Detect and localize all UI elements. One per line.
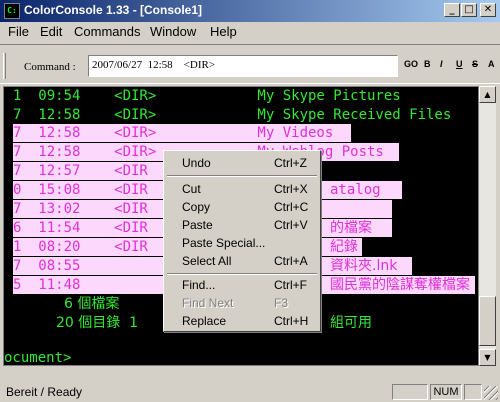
console-line: 1 08:20 <DIR: [13, 239, 148, 255]
command-toolbar: Command : 2007/06/27 12:58 <DIR> GO B I …: [0, 44, 500, 84]
menu-item-shortcut: Ctrl+Z: [274, 156, 307, 170]
menu-item-label: Paste Special...: [182, 236, 266, 250]
menu-separator: [167, 273, 317, 275]
menu-item-undo[interactable]: Undo Ctrl+Z: [182, 155, 318, 172]
toolbar-grip[interactable]: [3, 53, 6, 79]
menu-item-shortcut: Ctrl+X: [274, 182, 308, 196]
menu-item-shortcut: Ctrl+F: [274, 278, 307, 292]
menu-item-shortcut: Ctrl+C: [274, 200, 309, 214]
menu-bar: File Edit Commands Window Help: [0, 22, 500, 42]
go-button[interactable]: GO: [404, 59, 418, 69]
menu-item-cut[interactable]: Cut Ctrl+X: [182, 181, 318, 198]
console-line-fragment: 國民黨的陰謀奪權檔案: [330, 277, 470, 293]
console-line: 7 12:57 <DIR: [13, 163, 148, 179]
num-lock-indicator: NUM: [430, 384, 462, 400]
maximize-button[interactable]: □: [461, 3, 477, 17]
close-button[interactable]: ✕: [480, 3, 496, 17]
selection-band: [322, 200, 392, 218]
menu-item-copy[interactable]: Copy Ctrl+C: [182, 199, 318, 216]
resize-grip-icon[interactable]: [484, 386, 498, 400]
title-bar: C: ColorConsole 1.33 - [Console1] _ □ ✕: [0, 0, 500, 22]
edit-context-menu: Undo Ctrl+Z Cut Ctrl+X Copy Ctrl+C Paste…: [163, 150, 321, 332]
menu-item-label: Find...: [182, 278, 216, 292]
menu-item-replace[interactable]: Replace Ctrl+H: [182, 313, 318, 330]
menu-window[interactable]: Window: [150, 24, 196, 39]
menu-item-paste-special[interactable]: Paste Special...: [182, 235, 318, 252]
console-line: 7 13:02 <DIR: [13, 201, 148, 217]
menu-item-label: Replace: [182, 314, 227, 328]
menu-commands[interactable]: Commands: [74, 24, 140, 39]
menu-item-label: Cut: [182, 182, 201, 196]
console-line: 7 12:58 <DIR> My Skype Received Files: [13, 107, 452, 123]
underline-button[interactable]: U: [456, 59, 463, 69]
console-line-fragment: atalog: [330, 182, 381, 198]
console-line: 5 11:48: [13, 277, 81, 293]
menu-help[interactable]: Help: [210, 24, 237, 39]
file-count: 6 個檔案: [64, 296, 120, 312]
menu-item-label: Copy: [182, 200, 211, 214]
dir-count: 20 個目錄 1: [56, 315, 139, 331]
status-panel-empty: [392, 384, 428, 400]
console-line: 0 15:08 <DIR: [13, 182, 148, 198]
console-line: 7 12:58 <DIR> My Videos: [13, 125, 334, 141]
menu-item-label: Undo: [182, 156, 211, 170]
scroll-up-icon[interactable]: ▲: [479, 86, 496, 103]
bold-button[interactable]: B: [424, 59, 431, 69]
console-line: 7 08:55: [13, 258, 81, 274]
menu-item-find[interactable]: Find... Ctrl+F: [182, 277, 318, 294]
command-input[interactable]: 2007/06/27 12:58 <DIR>: [88, 55, 398, 77]
scroll-thumb[interactable]: [479, 296, 496, 346]
menu-item-shortcut: Ctrl+V: [274, 218, 308, 232]
menu-item-label: Find Next: [182, 296, 234, 310]
status-bar: Bereit / Ready NUM: [0, 382, 500, 402]
console-line: 6 11:54 <DIR: [13, 220, 148, 236]
menu-item-select-all[interactable]: Select All Ctrl+A: [182, 253, 318, 270]
menu-item-shortcut: Ctrl+A: [274, 254, 308, 268]
window-title: ColorConsole 1.33 - [Console1]: [24, 3, 203, 17]
command-label: Command :: [24, 61, 76, 73]
menu-item-shortcut: F3: [274, 296, 289, 310]
console-line-fragment: 的檔案: [330, 220, 372, 236]
menu-edit[interactable]: Edit: [40, 24, 62, 39]
console-line: 1 09:54 <DIR> My Skype Pictures: [13, 88, 401, 104]
italic-button[interactable]: I: [440, 59, 443, 69]
menu-item-label: Select All: [182, 254, 232, 268]
console-app-icon[interactable]: C:: [4, 3, 20, 19]
menu-file[interactable]: File: [8, 24, 29, 39]
minimize-button[interactable]: _: [444, 3, 460, 17]
menu-separator: [167, 175, 317, 177]
vertical-scrollbar[interactable]: ▲ ▼: [479, 86, 496, 366]
status-text: Bereit / Ready: [6, 385, 83, 399]
free-space: 組可用: [330, 315, 372, 331]
menu-item-shortcut: Ctrl+H: [274, 314, 309, 328]
scroll-down-icon[interactable]: ▼: [479, 349, 496, 366]
command-prompt[interactable]: ocument>: [4, 349, 71, 365]
menu-item-label: Paste: [182, 218, 213, 232]
status-panel-empty: [464, 384, 482, 400]
strikethrough-button[interactable]: S: [472, 59, 478, 69]
menu-item-find-next: Find Next F3: [182, 295, 318, 312]
console-line-fragment: 資料夾.lnk: [330, 258, 398, 274]
menu-item-paste[interactable]: Paste Ctrl+V: [182, 217, 318, 234]
font-color-button[interactable]: A: [488, 59, 495, 69]
console-line-fragment: 紀錄: [330, 239, 358, 255]
